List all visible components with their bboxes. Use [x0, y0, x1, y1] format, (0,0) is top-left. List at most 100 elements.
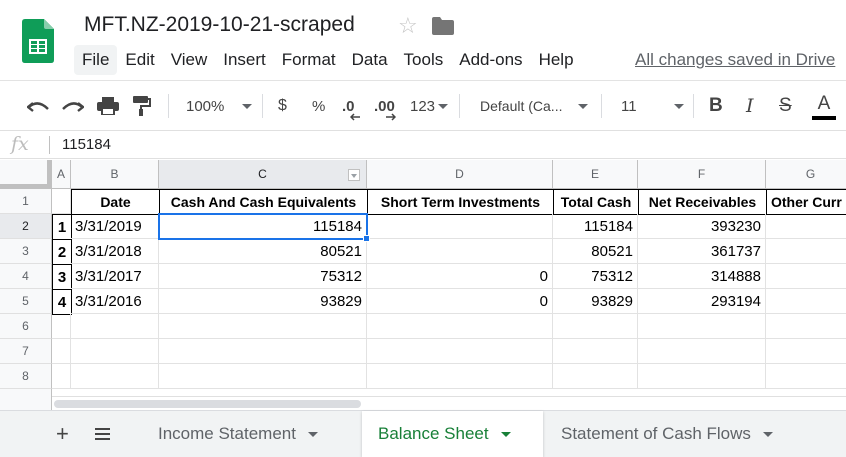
- column-header-f[interactable]: F: [638, 160, 766, 189]
- header-cell-short-term-investments[interactable]: Short Term Investments: [367, 189, 554, 215]
- font-size-select[interactable]: 11: [621, 81, 684, 131]
- table-row-index[interactable]: 1: [52, 214, 72, 240]
- table-row-index[interactable]: 2: [52, 239, 72, 265]
- empty-cell[interactable]: [766, 339, 846, 364]
- increase-decimal-button[interactable]: .00: [374, 81, 396, 131]
- empty-cell[interactable]: [367, 314, 553, 339]
- row-header-9[interactable]: [0, 389, 52, 410]
- table-cell-net-receivables[interactable]: 361737: [638, 239, 766, 264]
- table-cell-other[interactable]: [766, 214, 846, 239]
- table-row-index[interactable]: 4: [52, 289, 72, 315]
- table-cell-total-cash[interactable]: 80521: [553, 239, 638, 264]
- paint-format-button[interactable]: [133, 81, 151, 131]
- table-cell-net-receivables[interactable]: 393230: [638, 214, 766, 239]
- table-cell-cash[interactable]: 93829: [159, 289, 367, 314]
- table-cell-total-cash[interactable]: 115184: [553, 214, 638, 239]
- table-cell-other[interactable]: [766, 289, 846, 314]
- header-cell-net-receivables[interactable]: Net Receivables: [638, 189, 767, 215]
- table-cell-date[interactable]: 3/31/2019: [71, 214, 159, 239]
- horizontal-scrollbar[interactable]: [52, 396, 846, 410]
- font-select[interactable]: Default (Ca...: [480, 81, 589, 131]
- column-header-d[interactable]: D: [367, 160, 553, 189]
- empty-cell[interactable]: [367, 339, 553, 364]
- decrease-decimal-button[interactable]: .0: [342, 81, 360, 131]
- print-button[interactable]: [97, 81, 119, 131]
- menu-format[interactable]: Format: [274, 45, 344, 75]
- menu-help[interactable]: Help: [531, 45, 582, 75]
- menu-add-ons[interactable]: Add-ons: [451, 45, 530, 75]
- menu-insert[interactable]: Insert: [215, 45, 274, 75]
- star-icon[interactable]: ☆: [398, 13, 418, 39]
- undo-button[interactable]: [27, 81, 49, 131]
- folder-icon[interactable]: [432, 17, 454, 35]
- empty-cell[interactable]: [159, 339, 367, 364]
- column-header-a[interactable]: A: [52, 160, 71, 189]
- zoom-select[interactable]: 100%: [186, 81, 253, 131]
- empty-cell[interactable]: [553, 339, 638, 364]
- header-cell-date[interactable]: Date: [71, 189, 160, 215]
- header-cell-cash[interactable]: Cash And Cash Equivalents: [159, 189, 368, 215]
- table-cell-net-receivables[interactable]: 293194: [638, 289, 766, 314]
- sheet-tab-balance-sheet[interactable]: Balance Sheet: [362, 411, 543, 457]
- table-row-index[interactable]: 3: [52, 264, 72, 290]
- redo-button[interactable]: [62, 81, 84, 131]
- empty-cell[interactable]: [71, 339, 159, 364]
- chevron-down-icon[interactable]: [762, 431, 773, 437]
- empty-cell[interactable]: [52, 364, 71, 389]
- cell-a1[interactable]: [52, 189, 71, 214]
- empty-cell[interactable]: [638, 364, 766, 389]
- table-cell-sti[interactable]: 0: [367, 289, 553, 314]
- column-header-e[interactable]: E: [553, 160, 638, 189]
- all-sheets-menu-icon[interactable]: [95, 428, 110, 440]
- currency-format-button[interactable]: $: [278, 81, 287, 131]
- row-header-1[interactable]: 1: [0, 189, 52, 214]
- chevron-down-icon[interactable]: [500, 431, 511, 437]
- empty-cell[interactable]: [71, 314, 159, 339]
- scrollbar-thumb[interactable]: [54, 400, 361, 408]
- row-header-8[interactable]: 8: [0, 364, 52, 389]
- menu-file[interactable]: File: [74, 45, 118, 75]
- empty-cell[interactable]: [367, 364, 553, 389]
- bold-button[interactable]: B: [709, 81, 723, 131]
- empty-cell[interactable]: [766, 314, 846, 339]
- table-cell-sti[interactable]: [367, 214, 553, 239]
- table-cell-total-cash[interactable]: 75312: [553, 264, 638, 289]
- header-cell-other-current[interactable]: Other Curr: [766, 189, 846, 215]
- table-cell-sti[interactable]: [367, 239, 553, 264]
- save-status-link[interactable]: All changes saved in Drive: [635, 50, 835, 70]
- header-cell-total-cash[interactable]: Total Cash: [553, 189, 639, 215]
- empty-cell[interactable]: [71, 364, 159, 389]
- row-header-5[interactable]: 5: [0, 289, 52, 314]
- empty-cell[interactable]: [159, 364, 367, 389]
- menu-data[interactable]: Data: [344, 45, 396, 75]
- add-sheet-button[interactable]: +: [56, 421, 69, 447]
- row-header-3[interactable]: 3: [0, 239, 52, 264]
- column-header-g[interactable]: G: [766, 160, 846, 189]
- strikethrough-button[interactable]: S: [779, 81, 792, 131]
- empty-cell[interactable]: [638, 314, 766, 339]
- chevron-down-icon[interactable]: [307, 431, 318, 437]
- empty-cell[interactable]: [52, 339, 71, 364]
- sheets-logo-icon[interactable]: [22, 19, 54, 63]
- empty-cell[interactable]: [159, 314, 367, 339]
- row-header-4[interactable]: 4: [0, 264, 52, 289]
- column-header-b[interactable]: B: [71, 160, 159, 189]
- table-cell-date[interactable]: 3/31/2017: [71, 264, 159, 289]
- sheet-tab-cash-flows[interactable]: Statement of Cash Flows: [545, 411, 815, 457]
- formula-input[interactable]: 115184: [62, 136, 111, 153]
- sheet-tab-income-statement[interactable]: Income Statement: [142, 411, 348, 457]
- menu-edit[interactable]: Edit: [117, 45, 162, 75]
- italic-button[interactable]: I: [746, 81, 754, 131]
- row-header-7[interactable]: 7: [0, 339, 52, 364]
- percent-format-button[interactable]: %: [312, 81, 325, 131]
- empty-cell[interactable]: [553, 364, 638, 389]
- table-cell-cash[interactable]: 75312: [159, 264, 367, 289]
- menu-tools[interactable]: Tools: [396, 45, 452, 75]
- table-cell-date[interactable]: 3/31/2018: [71, 239, 159, 264]
- number-format-select[interactable]: 123: [410, 81, 449, 131]
- table-cell-cash[interactable]: 115184: [159, 214, 367, 239]
- row-header-6[interactable]: 6: [0, 314, 52, 339]
- table-cell-other[interactable]: [766, 239, 846, 264]
- text-color-button[interactable]: A: [812, 81, 836, 131]
- table-cell-total-cash[interactable]: 93829: [553, 289, 638, 314]
